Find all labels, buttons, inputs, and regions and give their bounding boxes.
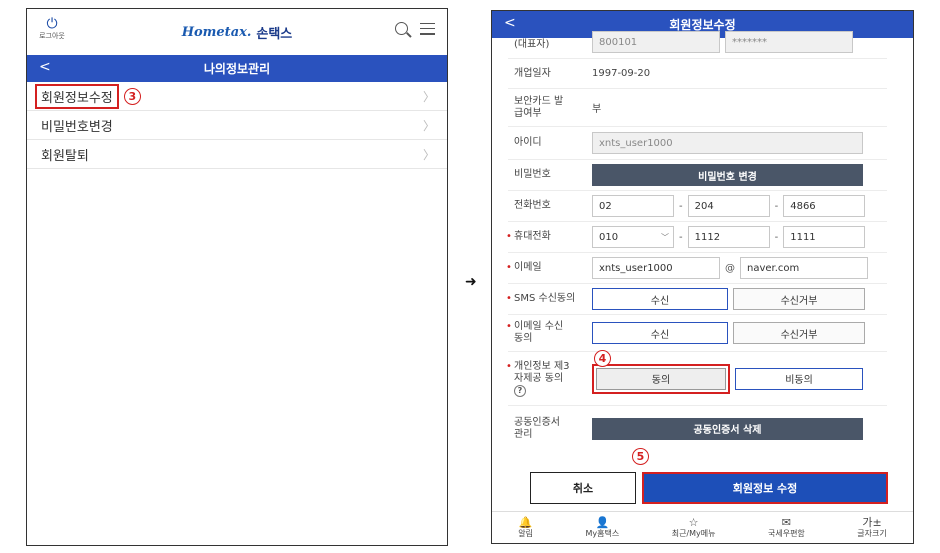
help-icon[interactable]: ? xyxy=(514,384,526,397)
menu-item-label: 비밀번호변경 xyxy=(41,119,113,135)
arrow-right-icon: ➜ xyxy=(465,274,477,290)
cancel-button[interactable]: 취소 xyxy=(530,472,636,504)
row-mobile: 휴대전화 010 ﹀ - 1112 - 1111 xyxy=(506,222,887,253)
mobile-prefix-select[interactable]: 010 ﹀ xyxy=(592,226,674,248)
email-receive-button[interactable]: 수신 xyxy=(592,322,728,344)
birth-field: 800101 xyxy=(592,31,720,53)
row-security-card: 보안카드 발급여부 부 xyxy=(508,89,887,127)
row-cert: 공동인증서 관리 공동인증서 삭제 xyxy=(508,406,887,451)
tab-alerts[interactable]: 🔔 알림 xyxy=(518,515,533,539)
cert-label: 공동인증서 관리 xyxy=(514,416,560,440)
chevron-right-icon: 〉 xyxy=(422,118,435,133)
representative-label: (대표자) xyxy=(514,39,550,50)
tab-my-hometax[interactable]: 👤 My홈택스 xyxy=(585,515,619,539)
form: (대표자) 800101 ******* 개업일자 1997-09-20 보안카… xyxy=(492,31,913,451)
logout-label: 로그아웃 xyxy=(39,32,65,40)
hometax-logo: Hometax. xyxy=(181,24,252,40)
row-password: 비밀번호 비밀번호 변경 xyxy=(508,160,887,191)
bell-icon: 🔔 xyxy=(518,515,533,529)
page-title: 나의정보관리 xyxy=(203,62,271,76)
bottom-tabbar: 🔔 알림 👤 My홈택스 ☆ 최근/My메뉴 ✉ 국세우편함 가± 글자크기 xyxy=(492,511,913,543)
page-titlebar: < 나의정보관리 xyxy=(27,55,447,82)
masked-field: ******* xyxy=(725,31,853,53)
email-reject-button[interactable]: 수신거부 xyxy=(733,322,865,344)
email-consent-label: 이메일 수신동의 xyxy=(506,321,568,345)
chevron-down-icon: ﹀ xyxy=(661,232,669,242)
sms-consent-label: SMS 수신동의 xyxy=(506,293,592,305)
sms-receive-button[interactable]: 수신 xyxy=(592,288,728,310)
menu-item-label: 회원정보수정 xyxy=(41,90,113,106)
row-third-party-consent: 개인정보 제3자제공 동의 ? 동의 비동의 xyxy=(506,352,887,406)
row-sms-consent: SMS 수신동의 수신 수신거부 xyxy=(506,284,887,315)
tab-mailbox[interactable]: ✉ 국세우편함 xyxy=(768,515,805,539)
person-icon: 👤 xyxy=(595,515,610,529)
delete-cert-button[interactable]: 공동인증서 삭제 xyxy=(592,417,863,440)
row-open-date: 개업일자 1997-09-20 xyxy=(508,59,887,89)
step-marker-4: 4 xyxy=(594,350,611,367)
menu-item-edit-member-info[interactable]: 회원정보수정 3 〉 xyxy=(27,82,447,111)
mobile-label: 휴대전화 xyxy=(506,231,592,243)
security-card-label: 보안카드 발급여부 xyxy=(514,95,564,119)
row-email-consent: 이메일 수신동의 수신 수신거부 xyxy=(506,315,887,352)
mobile-prefix-value: 010 xyxy=(599,231,619,243)
open-date-value: 1997-09-20 xyxy=(592,68,651,79)
email-user-input[interactable]: xnts_user1000 xyxy=(592,257,720,279)
agree-button[interactable]: 동의 xyxy=(596,367,726,390)
chevron-right-icon: 〉 xyxy=(422,89,435,104)
password-label: 비밀번호 xyxy=(514,169,551,180)
email-label: 이메일 xyxy=(506,262,592,274)
chevron-right-icon: 〉 xyxy=(422,147,435,162)
menu-item-label: 회원탈퇴 xyxy=(41,148,89,164)
mobile-last-input[interactable]: 1111 xyxy=(783,226,866,248)
submit-member-info-button[interactable]: 회원정보 수정 xyxy=(642,472,888,504)
row-representative: (대표자) 800101 ******* xyxy=(508,31,887,59)
logout-button[interactable]: ⏻ 로그아웃 xyxy=(35,17,69,41)
menu-list: 회원정보수정 3 〉 비밀번호변경 〉 회원탈퇴 〉 xyxy=(27,82,447,169)
search-icon[interactable] xyxy=(395,22,408,35)
brand-logo[interactable]: Hometax. 손택스 xyxy=(182,23,293,42)
third-party-label: 개인정보 제3자제공 동의 ? xyxy=(506,361,578,397)
back-icon[interactable]: < xyxy=(504,15,516,31)
tab-recent-menu[interactable]: ☆ 최근/My메뉴 xyxy=(672,515,716,539)
sms-reject-button[interactable]: 수신거부 xyxy=(733,288,865,310)
change-password-button[interactable]: 비밀번호 변경 xyxy=(592,164,863,186)
row-email: 이메일 xnts_user1000 @ naver.com xyxy=(506,253,887,284)
back-icon[interactable]: < xyxy=(39,59,51,75)
menu-item-change-password[interactable]: 비밀번호변경 〉 xyxy=(27,111,447,140)
phone-area-input[interactable]: 02 xyxy=(592,195,674,217)
id-label: 아이디 xyxy=(514,137,542,148)
row-phone: 전화번호 02 - 204 - 4866 xyxy=(508,191,887,222)
star-icon: ☆ xyxy=(688,515,699,529)
email-domain-input[interactable]: naver.com xyxy=(740,257,868,279)
security-card-value: 부 xyxy=(592,104,602,115)
open-date-label: 개업일자 xyxy=(514,67,551,79)
power-icon: ⏻ xyxy=(46,16,58,32)
font-size-icon: 가± xyxy=(862,515,882,529)
highlight-box: 회원정보수정 xyxy=(35,83,119,109)
phone-last-input[interactable]: 4866 xyxy=(783,195,866,217)
phone-label: 전화번호 xyxy=(514,200,551,211)
left-screen: ⏻ 로그아웃 Hometax. 손택스 < 나의정보관리 회원정보수정 3 〉 … xyxy=(26,8,448,546)
id-field: xnts_user1000 xyxy=(592,132,863,154)
brand-name: 손택스 xyxy=(256,26,293,42)
highlight-box: 동의 xyxy=(592,363,730,394)
email-at-sign: @ xyxy=(725,262,735,274)
mobile-middle-input[interactable]: 1112 xyxy=(687,226,770,248)
disagree-button[interactable]: 비동의 xyxy=(735,367,863,390)
menu-item-withdraw[interactable]: 회원탈퇴 〉 xyxy=(27,140,447,169)
tab-font-size[interactable]: 가± 글자크기 xyxy=(857,515,886,539)
right-screen: < 회원정보수정 (대표자) 800101 ******* 개업일자 1997-… xyxy=(491,10,914,544)
step-marker-3: 3 xyxy=(123,87,141,105)
mail-icon: ✉ xyxy=(781,515,791,529)
app-header: ⏻ 로그아웃 Hometax. 손택스 xyxy=(27,9,447,55)
row-id: 아이디 xnts_user1000 xyxy=(508,127,887,160)
phone-middle-input[interactable]: 204 xyxy=(687,195,770,217)
form-footer: 취소 회원정보 수정 xyxy=(492,466,913,510)
menu-icon[interactable] xyxy=(420,22,435,35)
step-marker-5: 5 xyxy=(632,448,649,465)
